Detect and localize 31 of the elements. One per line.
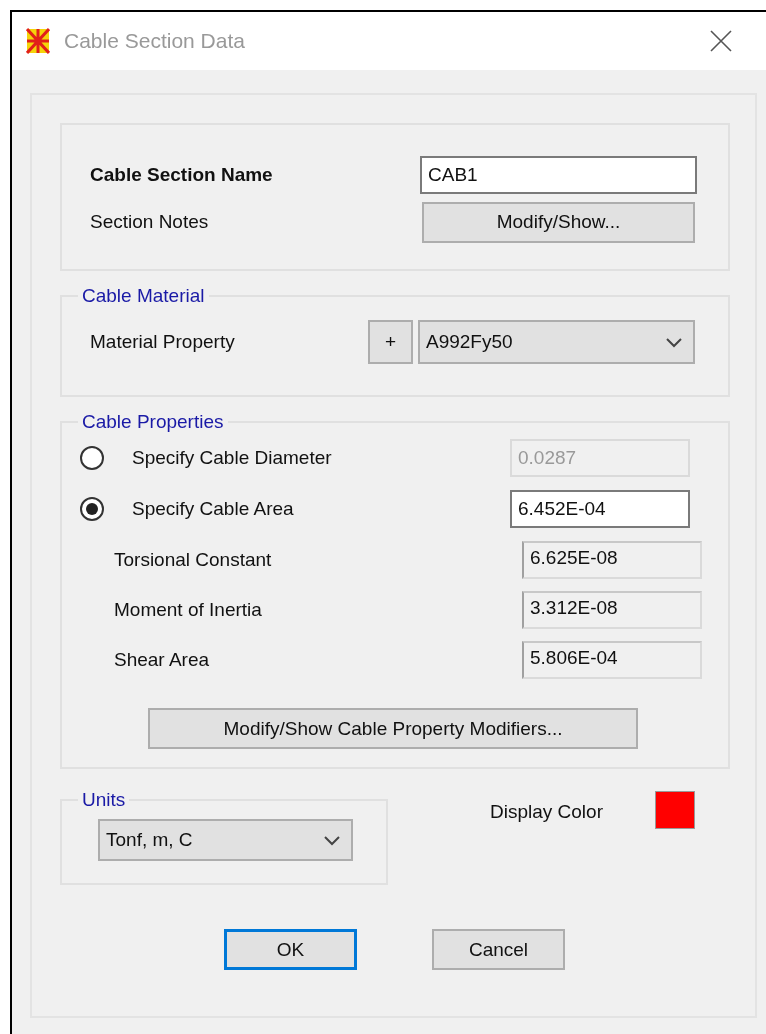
- property-label: Shear Area: [114, 649, 211, 671]
- group-legend: Cable Properties: [78, 411, 228, 433]
- property-label: Specify Cable Diameter: [132, 447, 333, 469]
- section-name-field[interactable]: CAB1: [420, 156, 697, 194]
- property-field: 3.312E-08: [522, 591, 702, 629]
- section-name-label: Cable Section Name: [90, 164, 274, 186]
- modify-show-button[interactable]: Modify/Show...: [422, 201, 695, 243]
- property-label: Specify Cable Area: [132, 498, 295, 520]
- property-field[interactable]: 6.452E-04: [510, 490, 690, 528]
- cancel-button[interactable]: Cancel: [432, 929, 565, 970]
- window-title: Cable Section Data: [64, 29, 246, 53]
- group-legend: Cable Material: [78, 285, 209, 307]
- app-logo-icon: [26, 28, 50, 54]
- section-notes-label: Section Notes: [90, 211, 210, 233]
- radio-button[interactable]: [80, 497, 104, 521]
- chevron-down-icon: [323, 834, 341, 846]
- material-dropdown[interactable]: A992Fy50: [418, 320, 695, 364]
- property-field: 6.625E-08: [522, 541, 702, 579]
- color-swatch[interactable]: [655, 791, 695, 829]
- close-icon[interactable]: [710, 30, 732, 52]
- display-color-label: Display Color: [490, 801, 604, 823]
- material-property-label: Material Property: [90, 331, 236, 353]
- property-field: 5.806E-04: [522, 641, 702, 679]
- add-material-button[interactable]: +: [368, 320, 413, 364]
- units-dropdown[interactable]: Tonf, m, C: [98, 819, 353, 861]
- modifiers-button[interactable]: Modify/Show Cable Property Modifiers...: [148, 708, 638, 749]
- property-label: Moment of Inertia: [114, 599, 263, 621]
- group-legend: Units: [78, 789, 130, 811]
- property-label: Torsional Constant: [114, 549, 273, 571]
- chevron-down-icon: [665, 336, 683, 348]
- ok-button[interactable]: OK: [224, 929, 357, 970]
